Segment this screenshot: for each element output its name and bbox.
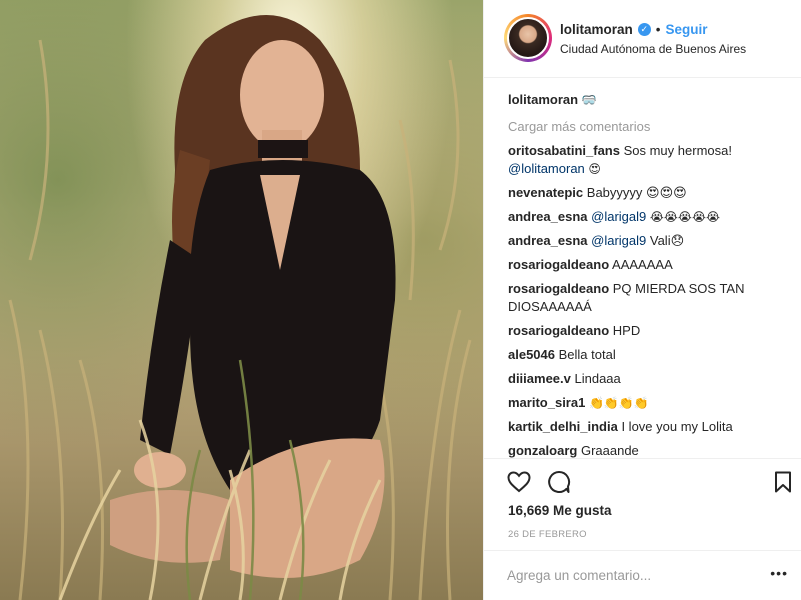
comment-username[interactable]: andrea_esna	[508, 233, 588, 248]
heart-icon[interactable]	[506, 469, 532, 495]
comment-bubble-icon[interactable]	[546, 469, 572, 495]
caption-username[interactable]: lolitamoran	[508, 92, 578, 107]
comment-username[interactable]: rosariogaldeano	[508, 281, 609, 296]
load-more-comments-button[interactable]: Cargar más comentarios	[508, 119, 782, 134]
comment-item: rosariogaldeano AAAAAAA	[508, 256, 782, 274]
follow-button[interactable]: Seguir	[666, 22, 708, 37]
comment-item: rosariogaldeano PQ MIERDA SOS TAN DIOSAA…	[508, 280, 782, 316]
post-date[interactable]: 26 DE FEBRERO	[508, 529, 587, 540]
comment-username[interactable]: ale5046	[508, 347, 555, 362]
comment-username[interactable]: marito_sira1	[508, 395, 585, 410]
username-link[interactable]: lolitamoran	[560, 22, 633, 37]
comment-item: nevenatepic Babyyyyy 😍😍😍	[508, 184, 782, 202]
comment-item: diiiamee.v Lindaaa	[508, 370, 782, 388]
caption: lolitamoran 🥽	[508, 91, 782, 109]
comment-username[interactable]: oritosabatini_fans	[508, 143, 620, 158]
comment-item: andrea_esna @larigal9 Vali😞	[508, 232, 782, 250]
comment-username[interactable]: diiiamee.v	[508, 371, 571, 386]
separator-dot: •	[655, 22, 661, 37]
comment-item: andrea_esna @larigal9 😭😭😭😭😭	[508, 208, 782, 226]
comment-item: kartik_delhi_india I love you my Lolita	[508, 418, 782, 436]
comment-username[interactable]: rosariogaldeano	[508, 257, 609, 272]
avatar-image	[507, 17, 549, 59]
verified-badge-icon: ✓	[637, 23, 651, 36]
location-link[interactable]: Ciudad Autónoma de Buenos Aires	[560, 42, 746, 56]
comment-item: oritosabatini_fans Sos muy hermosa! @lol…	[508, 142, 782, 178]
avatar[interactable]	[504, 14, 552, 62]
photo-illustration	[8, 15, 472, 600]
comment-text: I love you my Lolita	[621, 419, 733, 434]
comment-item: gonzaloarg Graaande	[508, 442, 782, 458]
comment-text: 👏👏👏👏	[588, 396, 649, 410]
comment-item: rosariogaldeano HPD	[508, 322, 782, 340]
comment-text: AAAAAAA	[612, 257, 673, 272]
comment-text: Babyyyyy 😍😍😍	[586, 185, 687, 200]
comment-username[interactable]: kartik_delhi_india	[508, 419, 618, 434]
comment-username[interactable]: gonzaloarg	[508, 443, 577, 458]
comment-text: Lindaaa	[574, 371, 621, 386]
comment-text: HPD	[612, 323, 641, 338]
caption-emoji: 🥽	[581, 93, 597, 107]
comment-mention[interactable]: @larigal9	[591, 233, 646, 248]
comment-username[interactable]: andrea_esna	[508, 209, 588, 224]
post-photo[interactable]	[0, 0, 483, 600]
comment-text-line2: DIOSAAAAAÁ	[508, 299, 592, 314]
likes-count[interactable]: 16,669 Me gusta	[508, 503, 612, 518]
comments-list[interactable]: lolitamoran 🥽 Cargar más comentarios ori…	[484, 78, 801, 458]
more-options-icon[interactable]: •••	[770, 565, 788, 581]
comment-emoji: 😍	[588, 162, 601, 176]
username-row: lolitamoran ✓ • Seguir	[560, 22, 708, 37]
bookmark-icon[interactable]	[770, 469, 796, 495]
comment-text: Bella total	[558, 347, 616, 362]
comment-text: Sos muy hermosa!	[623, 143, 732, 158]
comment-text: Graaande	[580, 443, 639, 458]
post-details-panel: lolitamoran ✓ • Seguir Ciudad Autónoma d…	[483, 0, 801, 600]
comment-mention[interactable]: @larigal9	[591, 209, 646, 224]
comment-text: Vali😞	[649, 233, 685, 248]
comment-text: 😭😭😭😭😭	[649, 210, 720, 224]
comment-item: ale5046 Bella total	[508, 346, 782, 364]
post-header: lolitamoran ✓ • Seguir Ciudad Autónoma d…	[484, 0, 801, 78]
comment-item: marito_sira1 👏👏👏👏	[508, 394, 782, 412]
comment-username[interactable]: nevenatepic	[508, 185, 583, 200]
comment-composer: •••	[484, 550, 801, 600]
comment-text: PQ MIERDA SOS TAN	[612, 281, 745, 296]
comment-input[interactable]	[507, 563, 747, 587]
comment-mention[interactable]: @lolitamoran	[508, 161, 585, 176]
comment-username[interactable]: rosariogaldeano	[508, 323, 609, 338]
